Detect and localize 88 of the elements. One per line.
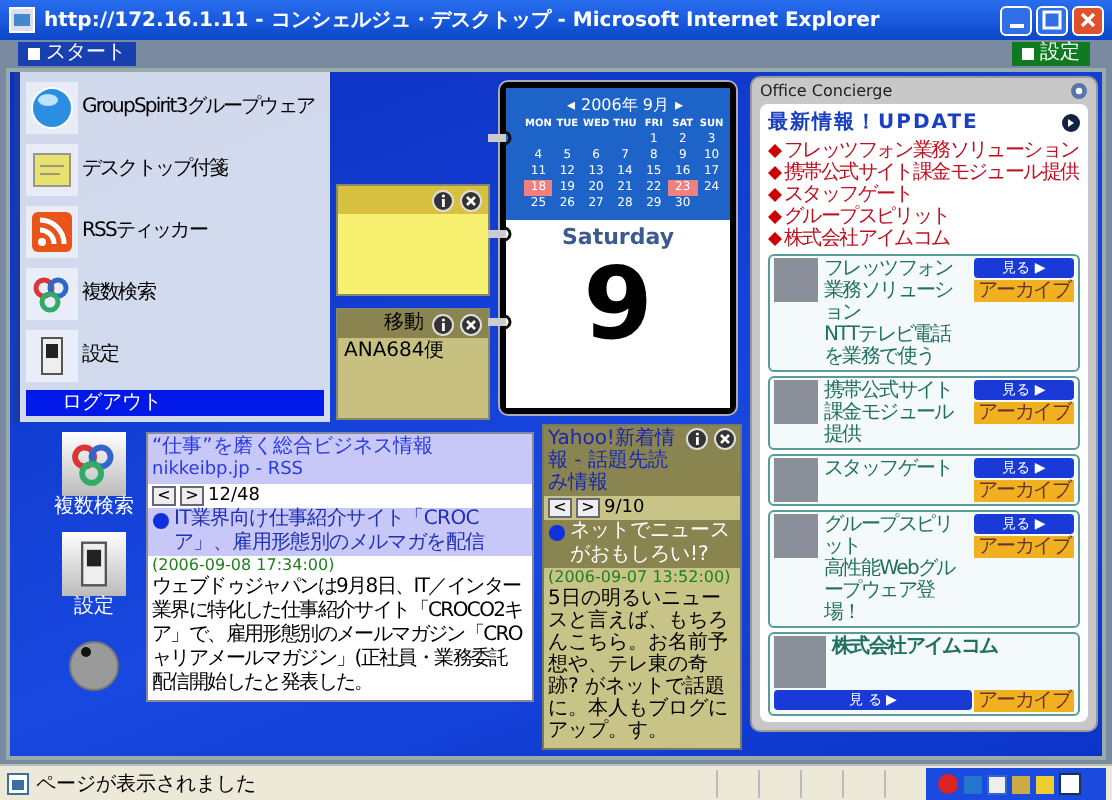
settings-button[interactable]: 設定 (1012, 42, 1090, 66)
news-link[interactable]: フレッツフォン業務ソリューション (784, 140, 1079, 162)
item-text: 配信開始したと発表した。 (152, 672, 375, 696)
photo-placeholder (774, 636, 826, 688)
note-icon (30, 148, 74, 192)
weekday-name: Saturday (562, 224, 674, 250)
archive-button[interactable]: アーカイブ (973, 480, 1074, 502)
item-text: ウェブドゥジャパンは9月8日、IT／インター (152, 576, 523, 599)
photo-placeholder (774, 514, 818, 558)
diamond-bullet-icon (768, 188, 782, 202)
note-header-text: 移動 (384, 312, 424, 336)
photo-placeholder (774, 458, 818, 502)
rss-icon (30, 210, 74, 254)
arrow-circle-icon[interactable] (1062, 113, 1080, 131)
panel-title: Office Concierge (760, 82, 893, 100)
info-icon[interactable] (432, 313, 454, 335)
close-button[interactable] (1072, 5, 1104, 35)
news-link[interactable]: 株式会社アイムコム (784, 228, 950, 250)
update-heading: 最新情報！UPDATE (768, 108, 979, 136)
item-date: (2006-09-07 13:52:00) (546, 568, 733, 588)
archive-button[interactable]: アーカイブ (973, 402, 1074, 424)
menu-item[interactable]: デスクトップ付箋 (26, 142, 324, 198)
headline-text[interactable]: IT業界向け仕事紹介サイト「CROC (174, 508, 485, 532)
news-link[interactable]: スタッフゲート (784, 184, 913, 206)
day-number: 9 (583, 250, 653, 358)
item-counter: 12/48 (208, 486, 260, 506)
card-title: スタッフゲート (824, 458, 955, 480)
start-button[interactable]: スタート (18, 42, 136, 66)
gear-icon (1070, 82, 1088, 100)
maximize-button[interactable] (1036, 5, 1068, 35)
news-link[interactable]: 携帯公式サイト課金モジュール提供 (784, 162, 1079, 184)
card-title: フレッツフォン業務ソリューション (824, 258, 955, 324)
previous-button[interactable]: < (548, 498, 572, 518)
news-link[interactable]: グループスピリット (784, 206, 950, 228)
headline-text[interactable]: ア」、雇用形態別のメルマガを配信 (174, 532, 485, 556)
diamond-bullet-icon (768, 144, 782, 158)
item-text: 5日の明るいニュースと言えば、もちろんこちら。お名前予想や、テレ東の奇跡? がネットで話題に。本人もブログにアップ。す。 (546, 588, 730, 746)
card-title: 株式会社アイムコム (832, 636, 1000, 658)
info-icon[interactable] (432, 189, 454, 211)
status-text: ページが表示されました (36, 771, 258, 797)
close-icon[interactable] (460, 189, 482, 211)
card-subtitle: NTTテレビ電話を業務で使う (824, 324, 954, 368)
minimize-button[interactable] (1000, 5, 1032, 35)
headline-text[interactable]: ネットでニュースがおもしろい!? (570, 520, 736, 568)
next-button[interactable]: > (576, 498, 600, 518)
month-label: 2006年 9月 (581, 94, 669, 116)
previous-button[interactable]: < (152, 486, 176, 506)
feed-title[interactable]: “仕事”を磨く総合ビジネス情報 (148, 434, 532, 460)
item-date: (2006-09-08 17:34:00) (150, 556, 337, 575)
diamond-bullet-icon (768, 166, 782, 180)
logout-button[interactable]: ログアウト (26, 390, 324, 416)
item-text: 業界に特化した仕事紹介サイト「CROCO2キ (152, 600, 525, 623)
close-icon[interactable] (460, 313, 482, 335)
item-text: ャリアメールマガジン」(正社員・業務委託 (152, 648, 510, 671)
feed-source[interactable]: nikkeibp.jp - RSS (148, 460, 532, 484)
note-text: ANA684便 (342, 338, 447, 366)
item-text: ア」で、雇用形態別のメールマガジン「CRO (152, 624, 525, 647)
minimize-icon (1009, 24, 1023, 28)
photo-placeholder (774, 258, 818, 302)
globe-icon (30, 86, 74, 130)
diamond-bullet-icon (768, 232, 782, 246)
bullet-icon (152, 512, 170, 530)
dial-knob-icon (68, 640, 120, 692)
archive-button[interactable]: アーカイブ (973, 690, 1074, 712)
card-title: グループスピリット (824, 514, 955, 558)
bullet-icon (548, 524, 566, 542)
page-icon (6, 771, 30, 795)
previous-month-arrow[interactable]: ◂ (566, 94, 575, 116)
next-button[interactable]: > (180, 486, 204, 506)
item-counter: 9/10 (604, 498, 645, 518)
menu-item[interactable]: GroupSpirit3グループウェア (26, 80, 324, 136)
archive-button[interactable]: アーカイブ (973, 280, 1074, 302)
next-month-arrow[interactable]: ▸ (675, 94, 684, 116)
close-icon (1078, 10, 1098, 30)
card-subtitle: 高性能Webグループウェア登場！ (824, 558, 958, 624)
close-icon[interactable] (714, 428, 736, 450)
menu-item[interactable]: 複数検索 (26, 266, 324, 322)
diamond-bullet-icon (768, 210, 782, 224)
card-title: 携帯公式サイト課金モジュール提供 (824, 380, 956, 446)
browser-icon (8, 6, 36, 34)
maximize-icon (1042, 10, 1062, 30)
rings-icon (30, 272, 74, 316)
menu-item[interactable]: RSSティッカー (26, 204, 324, 260)
archive-button[interactable]: アーカイブ (973, 536, 1074, 558)
menu-item[interactable]: 設定 (26, 328, 324, 384)
info-icon[interactable] (686, 428, 708, 450)
photo-placeholder (774, 380, 818, 424)
window-title: http://172.16.1.11 - コンシェルジュ・デスクトップ - Microsoft Internet Explorer (44, 6, 882, 34)
